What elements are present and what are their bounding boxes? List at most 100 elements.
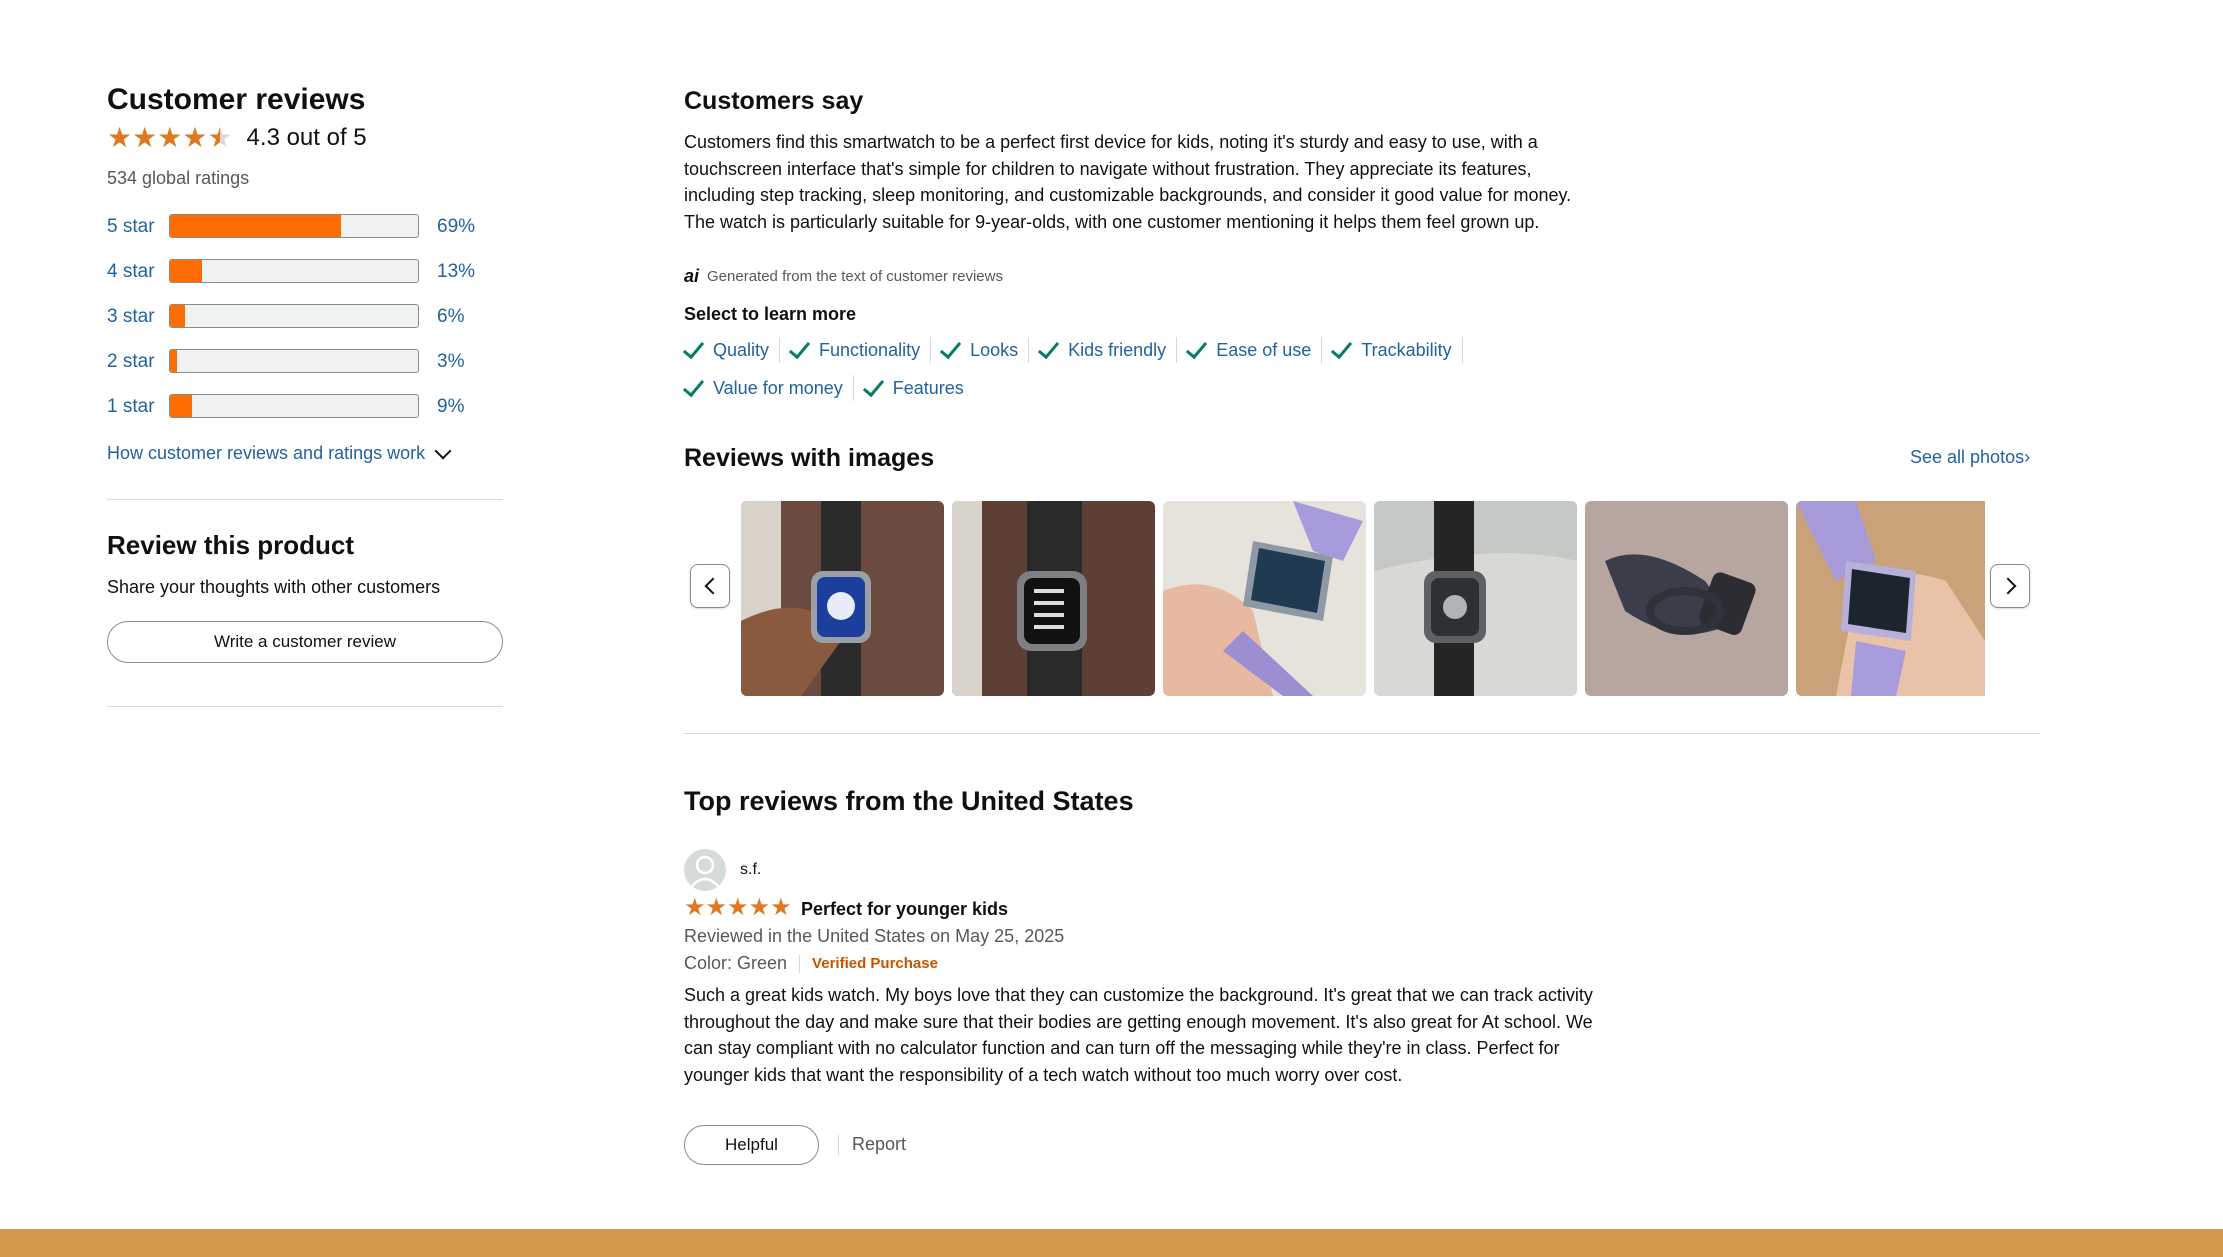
review-image-thumbnail[interactable] — [741, 501, 944, 696]
aspect-label[interactable]: Quality — [713, 340, 769, 361]
histogram-bar[interactable] — [169, 259, 419, 283]
share-thoughts-text: Share your thoughts with other customers — [107, 577, 441, 597]
verified-purchase-badge: Verified Purchase — [812, 955, 938, 972]
avatar — [684, 849, 726, 891]
review-author[interactable]: s.f. — [740, 861, 761, 879]
chevron-right-icon — [1999, 577, 2016, 595]
histogram-label[interactable]: 2 star — [107, 351, 155, 373]
top-reviews-heading: Top reviews from the United States — [684, 786, 1134, 816]
ai-note-text: Generated from the text of customer revi… — [707, 268, 1003, 285]
watch-photo — [1585, 501, 1788, 696]
review-product-heading: Review this product — [107, 530, 355, 560]
divider — [107, 499, 503, 500]
histogram-label[interactable]: 5 star — [107, 216, 155, 238]
review-star-rating[interactable]: ★ ★ ★ ★ ★ — [684, 896, 792, 920]
review-image-thumbnail[interactable] — [952, 501, 1155, 696]
divider — [684, 733, 2040, 734]
checkmark-icon — [862, 374, 884, 398]
watch-photo — [1163, 501, 1366, 696]
histogram-percent[interactable]: 69% — [437, 216, 475, 238]
write-review-button[interactable]: Write a customer review — [107, 621, 503, 663]
aspect-label[interactable]: Value for money — [713, 378, 843, 399]
watch-photo — [1374, 501, 1577, 696]
histogram-bar[interactable] — [169, 349, 419, 373]
histogram-bar[interactable] — [169, 214, 419, 238]
aspect-label[interactable]: Trackability — [1361, 340, 1451, 361]
histogram-percent[interactable]: 6% — [437, 306, 464, 328]
watch-photo — [1796, 501, 1985, 696]
histogram-percent[interactable]: 9% — [437, 396, 464, 418]
separator — [838, 1135, 839, 1155]
checkmark-icon — [682, 336, 705, 360]
aspect-chip-kids-friendly[interactable]: Kids friendly — [1037, 336, 1178, 363]
review-image-thumbnail[interactable] — [1374, 501, 1577, 696]
star-icon: ★ — [727, 894, 749, 921]
report-link[interactable]: Report — [852, 1134, 906, 1155]
watch-photo — [741, 501, 944, 696]
review-color: Color: Green — [684, 953, 788, 973]
review-image-thumbnail[interactable] — [1163, 501, 1366, 696]
carousel-next-button[interactable] — [1990, 564, 2030, 608]
histogram-row-2-star[interactable]: 2 star 3% — [107, 345, 503, 390]
histogram-label[interactable]: 3 star — [107, 306, 155, 328]
review-variant-info: Color: Green Verified Purchase — [684, 953, 938, 974]
histogram-bar-fill — [170, 260, 203, 282]
histogram-row-1-star[interactable]: 1 star 9% — [107, 390, 503, 435]
histogram-row-3-star[interactable]: 3 star 6% — [107, 300, 503, 345]
aspect-chip-functionality[interactable]: Functionality — [788, 336, 932, 363]
average-rating[interactable]: ★ ★ ★ ★ ★ 4.3 out of 5 — [107, 124, 367, 152]
aspect-label[interactable]: Functionality — [819, 340, 920, 361]
divider — [107, 706, 503, 707]
histogram-bar-fill — [170, 215, 342, 237]
star-icon: ★ — [684, 894, 706, 921]
star-icon: ★ — [770, 894, 792, 921]
helpful-button[interactable]: Helpful — [684, 1125, 819, 1165]
aspect-label[interactable]: Features — [893, 378, 964, 399]
aspect-chip-looks[interactable]: Looks — [939, 336, 1030, 363]
how-reviews-work-label[interactable]: How customer reviews and ratings work — [107, 443, 425, 464]
carousel-prev-button[interactable] — [690, 564, 730, 608]
review-body: Such a great kids watch. My boys love th… — [684, 985, 1593, 1085]
aspect-label[interactable]: Ease of use — [1216, 340, 1311, 361]
histogram-percent[interactable]: 13% — [437, 261, 475, 283]
star-icon: ★ — [157, 122, 183, 153]
checkmark-icon — [788, 336, 811, 360]
ai-review-summary: Customers find this smartwatch to be a p… — [684, 132, 1572, 232]
chevron-right-icon: › — [2024, 447, 2031, 467]
ai-generated-note: ai Generated from the text of customer r… — [684, 266, 1003, 287]
aspect-chip-trackability[interactable]: Trackability — [1331, 336, 1463, 363]
customer-reviews-heading: Customer reviews — [107, 83, 366, 116]
histogram-label[interactable]: 4 star — [107, 261, 155, 283]
see-all-photos-label[interactable]: See all photos — [1910, 447, 2024, 467]
histogram-bar[interactable] — [169, 304, 419, 328]
aspect-chips: Quality Functionality Looks Kids friendl… — [682, 336, 1614, 401]
histogram-percent[interactable]: 3% — [437, 351, 464, 373]
checkmark-icon — [1331, 336, 1353, 360]
review-image-thumbnail[interactable] — [1585, 501, 1788, 696]
aspect-chip-ease-of-use[interactable]: Ease of use — [1186, 336, 1323, 363]
aspect-chip-value-for-money[interactable]: Value for money — [682, 374, 854, 401]
histogram-bar[interactable] — [169, 394, 419, 418]
checkmark-icon — [1186, 336, 1208, 360]
rating-text: 4.3 out of 5 — [246, 124, 367, 151]
how-reviews-work-link[interactable]: How customer reviews and ratings work — [107, 442, 452, 464]
histogram-label[interactable]: 1 star — [107, 396, 155, 418]
aspect-chip-quality[interactable]: Quality — [682, 336, 781, 363]
checkmark-icon — [1037, 336, 1060, 360]
aspect-label[interactable]: Looks — [970, 340, 1018, 361]
star-icon: ★ — [748, 894, 771, 921]
aspect-chip-features[interactable]: Features — [862, 374, 974, 401]
reviews-with-images-heading: Reviews with images — [684, 444, 935, 472]
rating-histogram: 5 star 69% 4 star 13% 3 star 6% 2 star 3… — [107, 210, 503, 435]
star-icon: ★ — [132, 122, 158, 153]
review-image-thumbnail[interactable] — [1796, 501, 1985, 696]
half-star-icon: ★ — [207, 122, 233, 153]
star-icon: ★ — [107, 122, 133, 153]
review-date: Reviewed in the United States on May 25,… — [684, 926, 1065, 946]
histogram-row-4-star[interactable]: 4 star 13% — [107, 255, 503, 300]
aspect-label[interactable]: Kids friendly — [1068, 340, 1166, 361]
histogram-row-5-star[interactable]: 5 star 69% — [107, 210, 503, 255]
review-headline[interactable]: Perfect for younger kids — [801, 899, 1008, 920]
select-to-learn-label: Select to learn more — [684, 304, 857, 324]
see-all-photos-link[interactable]: See all photos› — [1910, 447, 2030, 468]
